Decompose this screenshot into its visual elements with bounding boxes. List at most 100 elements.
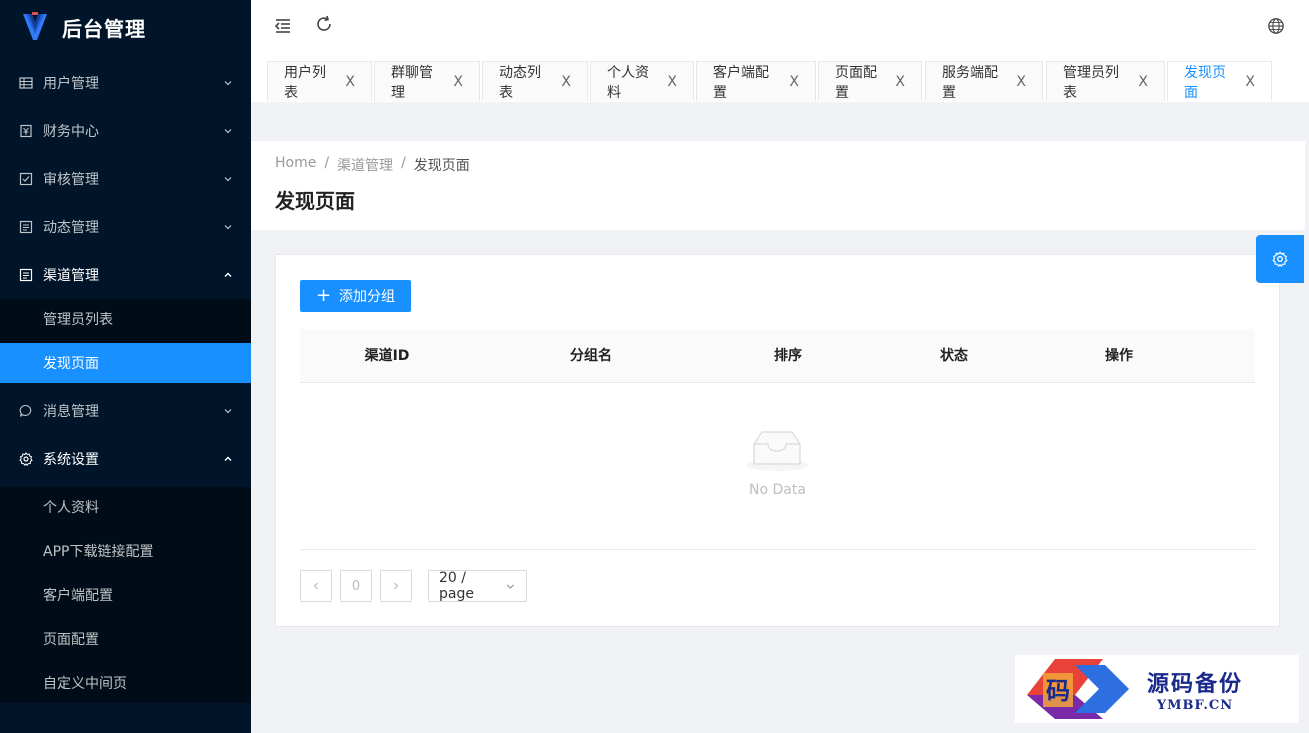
- menu-item-system-settings[interactable]: 系统设置: [0, 435, 251, 483]
- logo[interactable]: 后台管理: [0, 0, 251, 54]
- submenu-item-profile[interactable]: 个人资料: [0, 487, 251, 527]
- menu-label: 消息管理: [43, 404, 99, 420]
- menu-fold-icon[interactable]: [273, 16, 293, 36]
- wallet-icon: [19, 124, 33, 138]
- tab-feed-list[interactable]: 动态列表 X: [482, 61, 588, 101]
- close-icon[interactable]: X: [453, 74, 463, 90]
- tab-server-config[interactable]: 服务端配置 X: [925, 61, 1043, 101]
- tab-profile[interactable]: 个人资料 X: [590, 61, 694, 101]
- page-size-select[interactable]: 20 / page: [428, 570, 527, 602]
- add-group-button[interactable]: + 添加分组: [300, 280, 411, 312]
- chevron-down-icon: [223, 78, 233, 88]
- menu-item-feed-management[interactable]: 动态管理: [0, 203, 251, 251]
- breadcrumb-parent[interactable]: 渠道管理: [337, 155, 393, 175]
- breadcrumb: Home / 渠道管理 / 发现页面: [275, 155, 1281, 175]
- tab-label: 页面配置: [835, 64, 877, 101]
- tab-page-config[interactable]: 页面配置 X: [818, 61, 922, 101]
- page-number[interactable]: 0: [340, 570, 372, 602]
- close-icon[interactable]: X: [1016, 74, 1026, 90]
- breadcrumb-home[interactable]: Home: [275, 155, 316, 175]
- menu-item-user-management[interactable]: 用户管理: [0, 59, 251, 107]
- breadcrumb-current: 发现页面: [413, 158, 470, 174]
- submenu-item-discover-page[interactable]: 发现页面: [0, 343, 251, 383]
- table-header: 渠道ID 分组名 排序 状态 操作: [300, 329, 1255, 383]
- submenu-item-custom-middle-page[interactable]: 自定义中间页: [0, 663, 251, 703]
- tab-client-config[interactable]: 客户端配置 X: [696, 61, 816, 101]
- menu-label: 系统设置: [43, 452, 99, 468]
- tabs-bar: 用户列表 X 群聊管理 X 动态列表 X 个人资料 X 客户端配置 X 页面配置 X 服务端…: [251, 54, 1309, 102]
- side-menu: 用户管理 财务中心 审核管理 动态管理 渠道管理 管理员列表 发现页面 消息管理…: [0, 59, 251, 703]
- tab-label: 群聊管理: [391, 64, 433, 101]
- settings-drawer-button[interactable]: [1256, 235, 1304, 283]
- menu-item-message-management[interactable]: 消息管理: [0, 387, 251, 435]
- submenu-item-admin-list[interactable]: 管理员列表: [0, 299, 251, 339]
- close-icon[interactable]: X: [789, 74, 799, 90]
- tab-label: 动态列表: [499, 64, 541, 101]
- next-page-button[interactable]: [380, 570, 412, 602]
- chevron-down-icon: [507, 583, 515, 589]
- plus-icon: +: [315, 285, 332, 306]
- tab-label: 服务端配置: [942, 64, 998, 101]
- menu-label: 财务中心: [43, 124, 99, 140]
- message-icon: [19, 404, 33, 418]
- breadcrumb-separator: /: [324, 155, 330, 171]
- menu-item-channel-management[interactable]: 渠道管理: [0, 251, 251, 299]
- submenu-item-page-config[interactable]: 页面配置: [0, 619, 251, 659]
- profile-icon: [19, 220, 33, 234]
- pagination: 0 20 / page: [300, 570, 527, 602]
- table-icon: [19, 76, 33, 90]
- tab-label: 管理员列表: [1063, 64, 1119, 101]
- watermark-logo: 码: [1027, 659, 1129, 719]
- tab-label: 发现页面: [1184, 64, 1226, 101]
- app-title: 后台管理: [62, 16, 146, 41]
- close-icon[interactable]: X: [561, 74, 571, 90]
- settings-submenu-wrap: 个人资料 APP下载链接配置 客户端配置 页面配置 自定义中间页: [0, 487, 251, 703]
- top-header: [251, 0, 1309, 54]
- column-header-status: 状态: [940, 348, 968, 364]
- close-icon[interactable]: X: [345, 74, 355, 90]
- channel-submenu-wrap: 管理员列表 发现页面: [0, 299, 251, 383]
- prev-page-button[interactable]: [300, 570, 332, 602]
- reload-icon[interactable]: [314, 14, 334, 34]
- column-header-actions: 操作: [1105, 348, 1133, 364]
- chevron-down-icon: [223, 174, 233, 184]
- watermark-logo-char: 码: [1046, 676, 1070, 705]
- tab-label: 用户列表: [284, 64, 326, 101]
- tab-discover-page[interactable]: 发现页面 X: [1167, 61, 1272, 101]
- tab-group-chat[interactable]: 群聊管理 X: [374, 61, 480, 101]
- sidebar: 后台管理 用户管理 财务中心 审核管理 动态管理 渠道管理 管理员列表 发现页面…: [0, 0, 251, 733]
- submenu-item-client-config[interactable]: 客户端配置: [0, 575, 251, 615]
- watermark: 码 源码备份 YMBF.CN: [1015, 655, 1299, 723]
- content-card: + 添加分组 渠道ID 分组名 排序 状态 操作 No Data 0 20 / …: [275, 254, 1280, 627]
- breadcrumb-separator: /: [401, 155, 406, 171]
- menu-label: 动态管理: [43, 220, 99, 236]
- tab-user-list[interactable]: 用户列表 X: [267, 61, 372, 101]
- channel-submenu: 管理员列表 发现页面: [0, 299, 251, 383]
- column-header-group-name: 分组名: [570, 348, 612, 364]
- chevron-right-icon: [394, 582, 399, 590]
- column-header-sort: 排序: [774, 348, 802, 364]
- watermark-cn: 源码备份: [1147, 670, 1244, 697]
- close-icon[interactable]: X: [1245, 74, 1255, 90]
- menu-item-finance-center[interactable]: 财务中心: [0, 107, 251, 155]
- chevron-down-icon: [223, 406, 233, 416]
- submenu-item-app-download-config[interactable]: APP下载链接配置: [0, 531, 251, 571]
- chevron-left-icon: [313, 582, 318, 590]
- close-icon[interactable]: X: [667, 74, 677, 90]
- menu-label: 渠道管理: [43, 268, 99, 284]
- watermark-text: 源码备份 YMBF.CN: [1147, 666, 1243, 713]
- close-icon[interactable]: X: [895, 74, 905, 90]
- chevron-up-icon: [223, 454, 233, 464]
- menu-item-review-management[interactable]: 审核管理: [0, 155, 251, 203]
- settings-submenu: 个人资料 APP下载链接配置 客户端配置 页面配置 自定义中间页: [0, 487, 251, 703]
- gear-icon: [1272, 251, 1288, 267]
- page-title: 发现页面: [275, 189, 355, 213]
- logo-v-icon: [23, 12, 47, 40]
- add-group-label: 添加分组: [339, 289, 396, 305]
- globe-icon[interactable]: [1266, 16, 1286, 36]
- tab-admin-list[interactable]: 管理员列表 X: [1046, 61, 1165, 101]
- menu-label: 用户管理: [43, 76, 99, 92]
- close-icon[interactable]: X: [1138, 74, 1148, 90]
- check-square-icon: [19, 172, 33, 186]
- setting-icon: [19, 452, 33, 466]
